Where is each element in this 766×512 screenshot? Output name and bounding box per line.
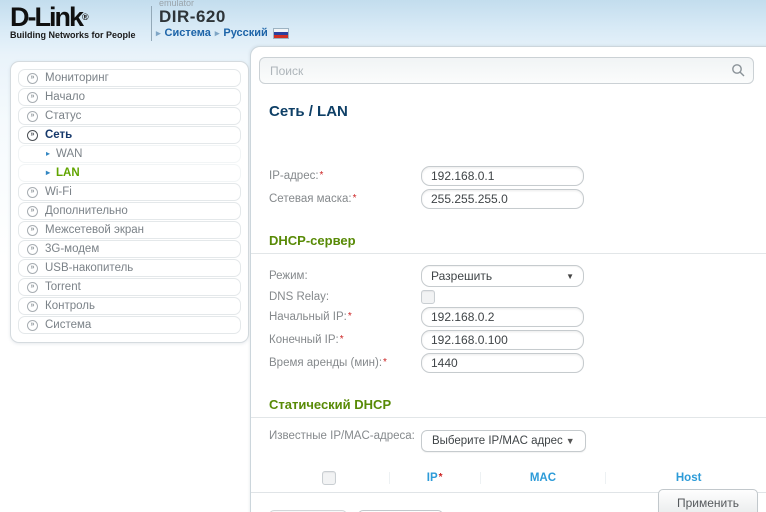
section-divider (251, 417, 766, 418)
chevron-circle-icon: » (27, 281, 38, 293)
dhcp-server-section-title: DHCP-сервер (269, 233, 356, 248)
search-icon (732, 64, 745, 77)
table-header-ip: IP* (388, 472, 480, 484)
device-model: DIR-620 (159, 7, 226, 26)
chevron-circle-icon: » (27, 243, 38, 255)
chevron-circle-icon: » (27, 110, 38, 122)
dlink-logo: D-Link® Building Networks for People (10, 2, 148, 41)
dns-relay-label: DNS Relay: (269, 291, 330, 303)
sidebar-item-sistema[interactable]: » Система (18, 316, 241, 334)
submenu-arrow-icon: ▸ (46, 168, 51, 177)
known-addresses-label: Известные IP/MAC-адреса: (269, 430, 415, 442)
select-all-checkbox[interactable] (321, 471, 336, 485)
sidebar-item-set[interactable]: » Сеть (18, 126, 241, 144)
apply-button[interactable]: Применить (657, 489, 758, 512)
breadcrumb-arrow-icon: ▸ (156, 27, 161, 38)
breadcrumb-arrow-icon: ▸ (214, 27, 220, 38)
required-mark: * (352, 192, 357, 204)
chevron-circle-icon: » (27, 300, 38, 312)
chevron-circle-icon: » (27, 319, 38, 331)
breadcrumb-language-link[interactable]: Русский (223, 27, 267, 39)
breadcrumb: ▸ Система ▸ Русский (152, 27, 289, 39)
dlink-logo-text: D-Link® (10, 2, 88, 32)
chevron-down-icon: ▼ (565, 436, 575, 446)
sidebar-menu: » Мониторинг » Начало » Статус » Сеть ▸ WAN ▸… (10, 61, 249, 343)
static-dhcp-section-title: Статический DHCP (269, 397, 392, 412)
sidebar-item-lan[interactable]: ▸ LAN (18, 164, 241, 182)
end-ip-field[interactable] (421, 329, 584, 350)
start-ip-label: Начальный IP:* (269, 310, 352, 323)
sidebar-item-usb[interactable]: » USB-накопитель (18, 259, 241, 277)
sidebar-item-monitoring[interactable]: » Мониторинг (18, 69, 241, 87)
dhcp-mode-label: Режим: (269, 270, 308, 282)
chevron-circle-icon: » (27, 91, 38, 103)
breadcrumb-system-link[interactable]: Система (165, 27, 211, 39)
lease-time-field[interactable] (421, 352, 584, 373)
section-divider (251, 253, 766, 254)
dns-relay-checkbox[interactable] (421, 290, 435, 304)
sidebar-item-3g-modem[interactable]: » 3G-модем (18, 240, 241, 258)
sidebar-item-nachalo[interactable]: » Начало (18, 88, 241, 106)
ip-address-label: IP-адрес:* (269, 169, 324, 182)
logo-tagline: Building Networks for People (10, 30, 136, 40)
required-mark: * (319, 169, 324, 181)
sidebar-item-wan[interactable]: ▸ WAN (18, 145, 241, 163)
netmask-label: Сетевая маска:* (269, 192, 357, 205)
chevron-circle-icon: » (27, 262, 38, 274)
submenu-arrow-icon: ▸ (46, 149, 51, 158)
chevron-down-icon: ▼ (566, 271, 574, 281)
sidebar-item-kontrol[interactable]: » Контроль (18, 297, 241, 315)
sidebar-item-firewall[interactable]: » Межсетевой экран (18, 221, 241, 239)
registered-mark: ® (82, 12, 88, 22)
start-ip-field[interactable] (421, 306, 584, 327)
main-panel: Сеть / LAN IP-адрес:* Сетевая маска:* DH… (250, 46, 766, 512)
sidebar-item-dopolnitelno[interactable]: » Дополнительно (18, 202, 241, 220)
router-admin-page: D-Link® Building Networks for People emu… (0, 0, 766, 512)
chevron-circle-icon: » (27, 224, 38, 236)
table-header-mac: MAC (479, 472, 606, 484)
chevron-circle-icon: » (27, 72, 38, 84)
required-mark: * (438, 472, 443, 483)
dhcp-mode-select[interactable]: Разрешить ▼ (421, 265, 584, 287)
sidebar-item-torrent[interactable]: » Torrent (18, 278, 241, 296)
sidebar-item-status[interactable]: » Статус (18, 107, 241, 125)
required-mark: * (383, 356, 387, 368)
chevron-circle-icon: » (27, 129, 38, 141)
ip-address-field[interactable] (421, 165, 584, 186)
end-ip-label: Конечный IP:* (269, 333, 344, 346)
chevron-circle-icon: » (27, 186, 38, 198)
russian-flag-icon[interactable] (272, 27, 289, 39)
sidebar-item-wifi[interactable]: » Wi-Fi (18, 183, 241, 201)
page-title: Сеть / LAN (269, 103, 348, 120)
table-header-host: Host (605, 472, 766, 484)
table-header-checkbox-cell (269, 471, 389, 485)
search-input[interactable] (259, 57, 754, 84)
lease-time-label: Время аренды (мин):* (269, 356, 387, 369)
netmask-field[interactable] (421, 188, 584, 209)
chevron-circle-icon: » (27, 205, 38, 217)
known-addresses-dropdown[interactable]: Выберите IP/MAC адрес ▼ (421, 430, 586, 452)
required-mark: * (347, 310, 352, 322)
required-mark: * (339, 333, 344, 345)
